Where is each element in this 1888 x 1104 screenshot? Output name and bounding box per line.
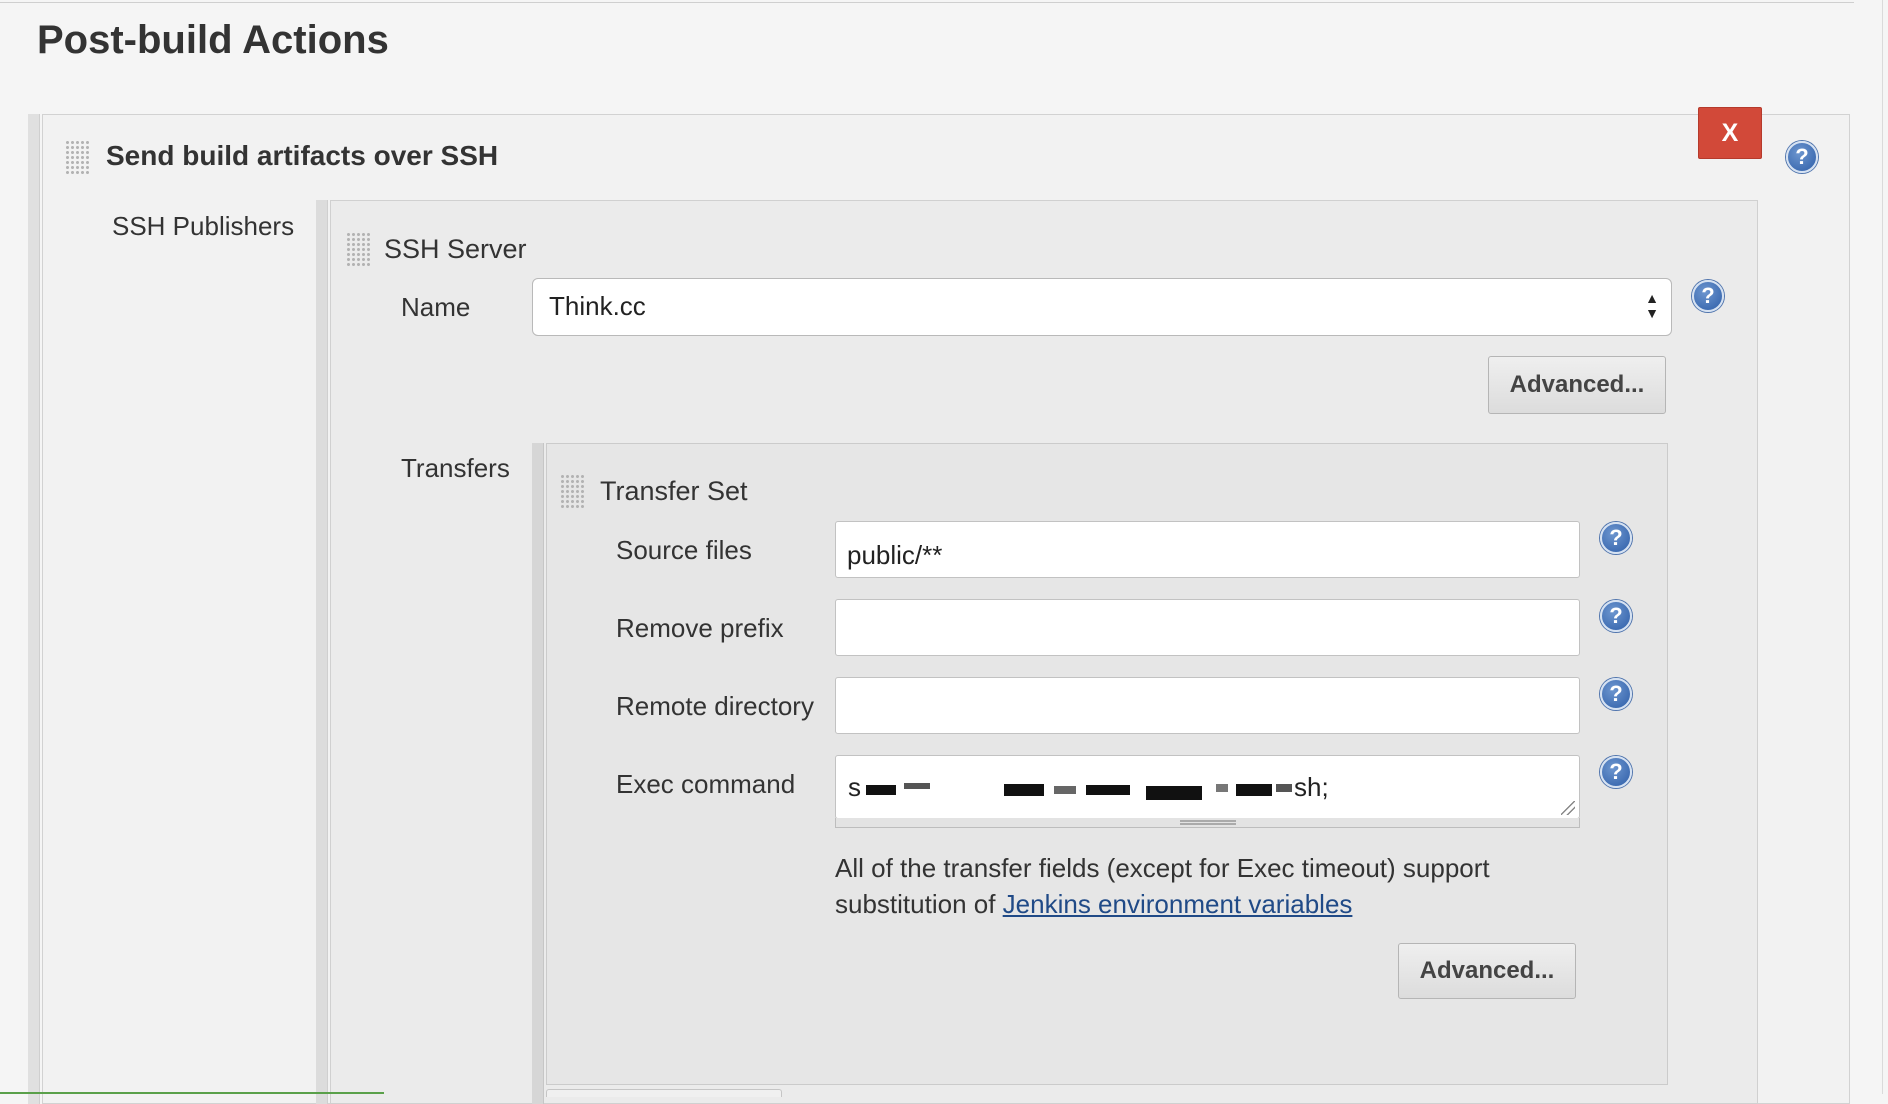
help-icon[interactable]: ?: [1692, 280, 1724, 312]
transfer-advanced-button[interactable]: Advanced...: [1398, 943, 1576, 999]
help-icon[interactable]: ?: [1786, 141, 1818, 173]
remove-prefix-input[interactable]: [835, 599, 1580, 656]
ssh-server-drag-bar[interactable]: [316, 200, 328, 1104]
help-glyph: ?: [1609, 603, 1623, 628]
ssh-publishers-label: SSH Publishers: [112, 211, 295, 241]
drag-handle-icon[interactable]: [346, 232, 372, 268]
redacted-block: [1086, 785, 1130, 795]
publisher-drag-bar[interactable]: [28, 114, 40, 1104]
redacted-block: [866, 785, 896, 795]
redacted-block: [1216, 784, 1228, 792]
help-glyph: ?: [1701, 283, 1715, 308]
remote-directory-input[interactable]: [835, 677, 1580, 734]
select-arrows-icon: ▲ ▼: [1645, 290, 1659, 321]
help-icon[interactable]: ?: [1600, 678, 1632, 710]
substitution-note: All of the transfer fields (except for E…: [835, 850, 1555, 922]
remote-directory-label: Remote directory: [616, 691, 814, 721]
redacted-block: [1236, 784, 1272, 796]
help-glyph: ?: [1609, 681, 1623, 706]
publisher-title: Send build artifacts over SSH: [106, 140, 499, 171]
transfer-set-title: Transfer Set: [600, 476, 748, 506]
jenkins-env-vars-link[interactable]: Jenkins environment variables: [1003, 889, 1353, 919]
ssh-server-title: SSH Server: [384, 234, 527, 264]
resize-handle-icon[interactable]: [1561, 801, 1575, 815]
transfers-label: Transfers: [401, 453, 510, 483]
redacted-block: [1276, 784, 1292, 792]
help-glyph: ?: [1609, 759, 1623, 784]
exec-command-textarea[interactable]: s sh;: [835, 755, 1580, 819]
drag-handle-icon[interactable]: [560, 474, 586, 510]
source-files-input[interactable]: [835, 521, 1580, 578]
server-name-value: Think.cc: [549, 291, 646, 321]
redacted-block: [904, 783, 930, 789]
grab-lines-icon: [1180, 820, 1236, 825]
right-divider: [1882, 0, 1883, 1094]
remove-prefix-label: Remove prefix: [616, 613, 784, 643]
add-transfer-set-button[interactable]: [546, 1089, 782, 1097]
delete-publisher-button[interactable]: X: [1698, 107, 1762, 159]
transfer-set-drag-bar[interactable]: [532, 443, 544, 1104]
server-name-select[interactable]: Think.cc ▲ ▼: [532, 278, 1672, 336]
redacted-block: [1054, 786, 1076, 794]
exec-command-suffix: sh;: [1294, 772, 1329, 802]
drag-handle-icon[interactable]: [65, 140, 91, 176]
exec-command-prefix: s: [848, 772, 861, 802]
source-files-label: Source files: [616, 535, 752, 565]
help-glyph: ?: [1795, 144, 1809, 169]
name-label: Name: [401, 292, 471, 322]
redacted-block: [1004, 784, 1044, 796]
help-icon[interactable]: ?: [1600, 522, 1632, 554]
redacted-block: [1146, 786, 1202, 800]
top-divider: [0, 2, 1854, 3]
help-icon[interactable]: ?: [1600, 756, 1632, 788]
help-icon[interactable]: ?: [1600, 600, 1632, 632]
server-advanced-button[interactable]: Advanced...: [1488, 356, 1666, 414]
help-glyph: ?: [1609, 525, 1623, 550]
exec-command-label: Exec command: [616, 769, 796, 799]
section-title: Post-build Actions: [37, 18, 389, 62]
